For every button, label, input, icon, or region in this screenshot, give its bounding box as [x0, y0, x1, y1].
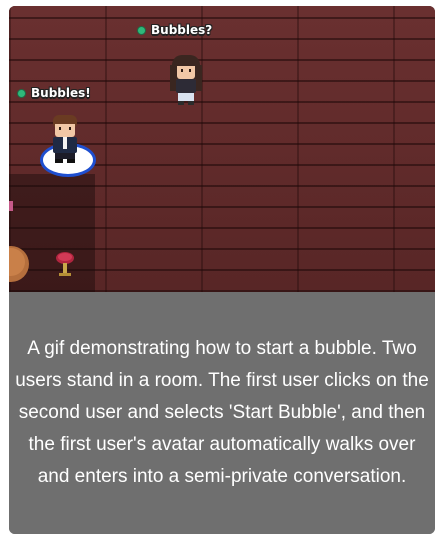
user-two-avatar[interactable]: [164, 51, 208, 107]
decor-object: [9, 201, 13, 211]
user-two-nametag: Bubbles?: [137, 23, 212, 37]
stool-object: [56, 252, 74, 276]
user-one-avatar[interactable]: [47, 112, 85, 166]
image-caption: A gif demonstrating how to start a bubbl…: [9, 292, 435, 534]
user-one-name: Bubbles!: [31, 86, 91, 100]
user-two-name: Bubbles?: [151, 23, 213, 37]
caption-text: A gif demonstrating how to start a bubbl…: [15, 338, 429, 487]
online-status-icon: [17, 88, 26, 98]
game-scene: Bubbles? Bubbles!: [9, 6, 435, 292]
media-card: Bubbles? Bubbles! A gif demonstrating ho…: [9, 6, 435, 534]
online-status-icon: [137, 25, 146, 35]
user-one-nametag: Bubbles!: [17, 86, 91, 100]
table-object: [9, 246, 29, 282]
